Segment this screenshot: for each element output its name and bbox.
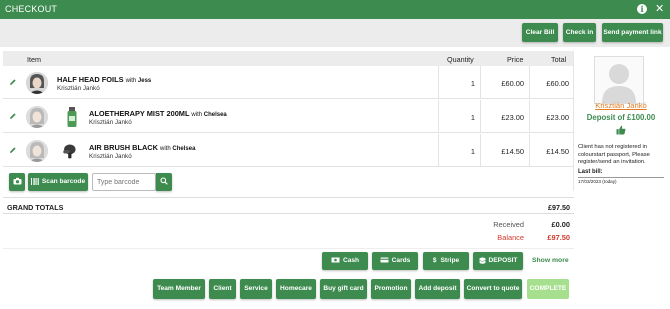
action-bar: Clear Bill Check in Send payment link [0,19,670,47]
staff-avatar [26,106,48,128]
send-payment-link-button[interactable]: Send payment link [602,23,663,42]
barcode-search-button[interactable] [156,173,172,191]
thumbs-up-icon [616,125,626,137]
deposit-label: DEPOSIT [488,257,518,264]
table-row[interactable]: ALOETHERAPY MIST 200ML with Chelsea Kris… [3,100,574,133]
cash-button[interactable]: Cash [322,252,368,270]
payment-summary: Received £0.00 Balance £97.50 [3,214,574,244]
promotion-button[interactable]: Promotion [371,279,411,299]
balance-value: £97.50 [547,233,570,242]
payment-methods: Cash Cards $ Stripe DEPOSIT Show more [3,248,574,272]
complete-button[interactable]: COMPLETE [527,279,569,299]
scan-row: Scan barcode [3,168,574,196]
item-quantity[interactable]: 1 [463,113,475,122]
product-image [67,107,77,127]
scan-barcode-label: Scan barcode [41,178,86,185]
last-bill-date[interactable]: 17/03/2023 (today) [578,179,617,184]
item-price: £14.50 [501,147,524,156]
bottom-actions: Team Member Client Service Homecare Buy … [0,276,574,304]
item-staff: Krisztián Jankó [89,119,132,126]
pencil-icon[interactable] [9,78,17,88]
camera-icon [13,178,21,185]
header-quantity: Quantity [447,55,474,64]
pencil-icon[interactable] [9,146,17,156]
received-value: £0.00 [551,220,571,229]
grand-totals-row: GRAND TOTALS £97.50 [3,197,574,214]
last-bill-label: Last bill: [578,169,603,175]
cash-label: Cash [342,257,360,264]
barcode-input[interactable] [92,173,156,191]
staff-avatar [26,72,48,94]
item-total: £14.50 [546,147,569,156]
barcode-icon [30,177,39,185]
item-price: £23.00 [501,113,524,122]
clear-bill-button[interactable]: Clear Bill [522,23,558,42]
window-title: CHECKOUT [5,4,58,14]
service-button[interactable]: Service [240,279,272,299]
camera-button[interactable] [9,173,25,191]
table-header: Item Quantity Price Total [3,51,574,66]
item-staff: Krisztián Jankó [89,153,132,160]
deposit-button[interactable]: DEPOSIT [473,252,523,270]
card-icon [380,257,389,263]
header-price: Price [507,55,524,64]
pencil-icon[interactable] [9,112,17,122]
item-total: £60.00 [546,79,569,88]
balance-label: Balance [497,233,524,242]
item-quantity[interactable]: 1 [463,147,475,156]
convert-to-quote-button[interactable]: Convert to quote [464,279,522,299]
window-titlebar: CHECKOUT i ✕ [0,0,670,19]
deposit-icon [478,257,486,264]
cards-label: Cards [391,257,411,264]
item-staff: Krisztián Jankó [57,85,100,92]
show-more-link[interactable]: Show more [532,257,569,264]
staff-avatar [26,140,48,162]
homecare-button[interactable]: Homecare [276,279,316,299]
product-image [63,144,76,159]
scan-barcode-button[interactable]: Scan barcode [28,173,88,191]
item-quantity[interactable]: 1 [463,79,475,88]
item-total: £23.00 [546,113,569,122]
item-name: AIR BRUSH BLACK with Chelsea [89,143,196,152]
dollar-icon: $ [432,257,437,264]
client-button[interactable]: Client [209,279,236,299]
team-member-button[interactable]: Team Member [153,279,205,299]
table-row[interactable]: HALF HEAD FOILS with Jess Krisztián Jank… [3,66,574,99]
avatar-placeholder-icon [602,64,636,103]
client-avatar [594,56,644,104]
table-row[interactable]: AIR BRUSH BLACK with Chelsea Krisztián J… [3,134,574,167]
grand-totals-label: GRAND TOTALS [7,203,64,212]
check-in-button[interactable]: Check in [563,23,596,42]
search-icon [160,177,168,185]
cash-icon [331,257,340,263]
item-name: ALOETHERAPY MIST 200ML with Chelsea [89,109,227,118]
stripe-button[interactable]: $ Stripe [423,252,469,270]
stripe-label: Stripe [440,257,460,264]
header-total: Total [551,55,567,64]
buy-gift-card-button[interactable]: Buy gift card [320,279,367,299]
received-label: Received [493,220,524,229]
client-note: Client has not registered in colourstart… [578,144,650,165]
client-deposit: Deposit of £100.00 [586,113,656,122]
client-panel: Krisztián Jankó Deposit of £100.00 Clien… [573,51,667,191]
header-item: Item [27,55,41,64]
info-icon[interactable]: i [637,4,647,14]
item-price: £60.00 [501,79,524,88]
add-deposit-button[interactable]: Add deposit [415,279,460,299]
cards-button[interactable]: Cards [372,252,418,270]
client-name[interactable]: Krisztián Jankó [575,101,667,110]
close-icon[interactable]: ✕ [655,2,664,15]
item-name: HALF HEAD FOILS with Jess [57,75,152,84]
grand-totals-value: £97.50 [548,203,570,212]
